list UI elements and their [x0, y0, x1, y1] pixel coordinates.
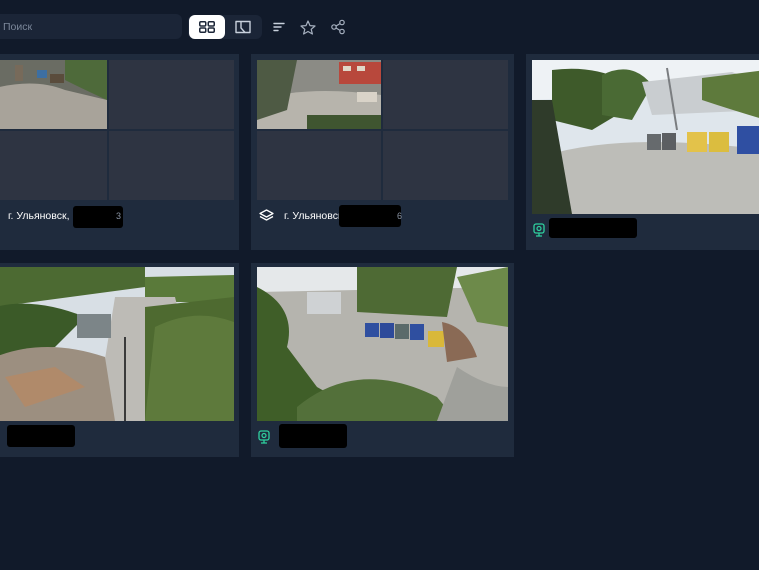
camera-icon	[258, 430, 270, 444]
camera-card[interactable]	[251, 263, 514, 457]
empty-thumbnail-slot	[109, 131, 234, 200]
group-title: г. Ульяновск	[284, 210, 343, 222]
view-toggle[interactable]	[188, 15, 262, 39]
share-icon	[331, 19, 345, 35]
redacted-text	[279, 424, 347, 448]
camera-caption	[532, 220, 546, 240]
empty-thumbnail-slot	[0, 131, 107, 200]
search-field[interactable]	[0, 14, 182, 39]
map-view-button[interactable]	[225, 15, 261, 39]
camera-thumbnail	[257, 60, 381, 129]
camera-group-card[interactable]: г. Ульяновск 6	[251, 54, 514, 250]
search-input[interactable]	[3, 20, 182, 33]
map-view-icon	[235, 20, 251, 34]
camera-thumbnail	[0, 60, 107, 129]
share-button[interactable]	[327, 16, 349, 38]
grid-view-button[interactable]	[189, 15, 225, 39]
redacted-text	[549, 218, 637, 238]
camera-card[interactable]	[526, 54, 759, 250]
camera-card[interactable]	[0, 263, 239, 457]
empty-thumbnail-slot	[383, 131, 508, 200]
empty-thumbnail-slot	[109, 60, 234, 129]
camera-icon	[533, 223, 545, 237]
camera-thumbnail	[257, 267, 508, 421]
star-icon	[300, 19, 316, 35]
camera-thumbnail	[0, 267, 234, 421]
grid-view-icon	[199, 21, 215, 33]
favorite-button[interactable]	[297, 16, 319, 38]
group-caption: г. Ульяновск	[259, 206, 343, 226]
camera-count: 3	[116, 211, 122, 221]
group-caption: г. Ульяновск, г	[8, 206, 76, 226]
sort-button[interactable]	[268, 16, 290, 38]
camera-group-card[interactable]: г. Ульяновск, г 3	[0, 54, 239, 250]
redacted-text	[339, 205, 401, 227]
camera-count: 6	[397, 211, 403, 221]
empty-thumbnail-slot	[383, 60, 508, 129]
camera-caption	[257, 427, 271, 447]
redacted-text	[7, 425, 75, 447]
empty-thumbnail-slot	[257, 131, 381, 200]
layers-icon	[259, 209, 274, 221]
camera-thumbnail	[532, 60, 759, 214]
group-title: г. Ульяновск, г	[8, 210, 77, 222]
sort-icon	[273, 22, 285, 32]
